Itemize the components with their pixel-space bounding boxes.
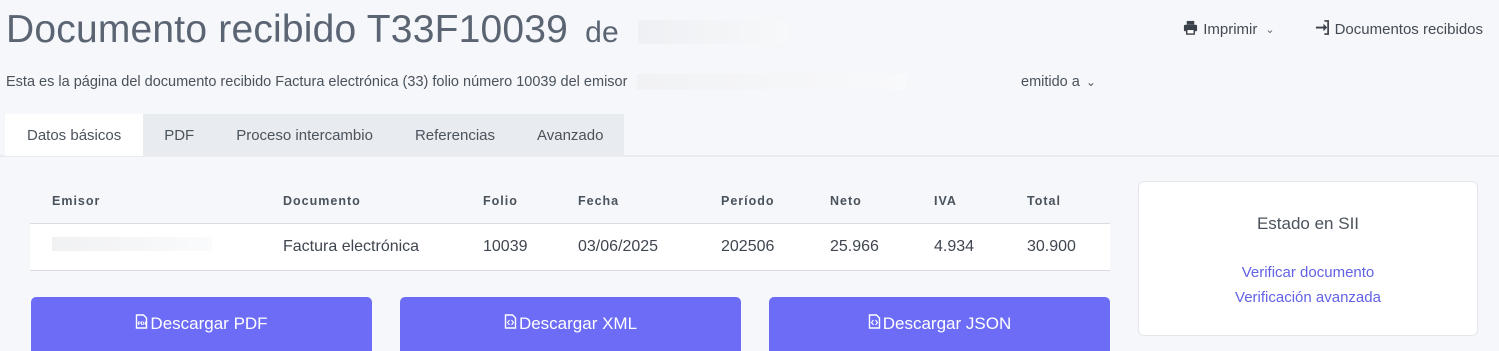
download-json-button[interactable]: Descargar JSON bbox=[769, 297, 1110, 351]
redacted-issuer bbox=[637, 74, 908, 91]
page-title: Documento recibido T33F10039 de bbox=[6, 8, 788, 52]
page-title-suffix: de bbox=[585, 16, 619, 49]
sign-in-icon bbox=[1315, 20, 1330, 39]
svg-text:PDF: PDF bbox=[138, 321, 148, 327]
printer-icon bbox=[1183, 20, 1198, 39]
file-code-icon bbox=[504, 314, 517, 334]
page-title-text: Documento recibido T33F10039 bbox=[6, 8, 569, 51]
tab-pdf[interactable]: PDF bbox=[143, 114, 215, 156]
chevron-down-icon: ⌄ bbox=[1265, 24, 1275, 36]
redacted-issuer-name bbox=[637, 19, 788, 44]
tab-avanzado[interactable]: Avanzado bbox=[516, 114, 624, 156]
header-fecha: Fecha bbox=[578, 180, 721, 224]
subtitle-text: Esta es la página del documento recibido… bbox=[6, 74, 628, 90]
print-label: Imprimir bbox=[1203, 21, 1258, 38]
download-pdf-label: Descargar PDF bbox=[150, 314, 268, 333]
header-iva: IVA bbox=[934, 180, 1027, 224]
received-documents-link[interactable]: Documentos recibidos bbox=[1315, 20, 1483, 39]
cell-emisor bbox=[30, 223, 283, 271]
tab-bar: Datos básicos PDF Proceso intercambio Re… bbox=[5, 114, 625, 156]
received-documents-label: Documentos recibidos bbox=[1334, 21, 1483, 38]
redacted-emisor bbox=[52, 237, 212, 251]
top-actions: Imprimir ⌄ Documentos recibidos bbox=[1183, 20, 1483, 39]
cell-fecha: 03/06/2025 bbox=[578, 223, 721, 271]
page-subtitle: Esta es la página del documento recibido… bbox=[6, 74, 1096, 91]
tab-referencias[interactable]: Referencias bbox=[394, 114, 516, 156]
print-menu[interactable]: Imprimir ⌄ bbox=[1183, 20, 1275, 39]
cell-folio: 10039 bbox=[483, 223, 578, 271]
verify-document-link[interactable]: Verificar documento bbox=[1139, 264, 1477, 281]
file-pdf-icon: PDF bbox=[135, 314, 148, 334]
table-row: Factura electrónica 10039 03/06/2025 202… bbox=[30, 223, 1110, 271]
header-total: Total bbox=[1027, 180, 1110, 224]
subtitle-tail-text: emitido a bbox=[1021, 74, 1080, 90]
sii-status-title: Estado en SII bbox=[1256, 214, 1360, 233]
header-emisor: Emisor bbox=[30, 180, 283, 224]
download-pdf-button[interactable]: PDF Descargar PDF bbox=[31, 297, 372, 351]
header-documento: Documento bbox=[283, 180, 483, 224]
header-folio: Folio bbox=[483, 180, 578, 224]
cell-documento: Factura electrónica bbox=[283, 223, 483, 271]
download-xml-label: Descargar XML bbox=[518, 314, 638, 333]
document-summary-table: Emisor Documento Folio Fecha Período Net… bbox=[30, 180, 1110, 271]
cell-iva: 4.934 bbox=[934, 223, 1027, 271]
header-periodo: Período bbox=[721, 180, 830, 224]
cell-neto: 25.966 bbox=[830, 223, 934, 271]
sii-status-card: Estado en SII Verificar documento Verifi… bbox=[1138, 181, 1478, 336]
table-header-row: Emisor Documento Folio Fecha Período Net… bbox=[30, 180, 1110, 224]
tab-proceso-intercambio[interactable]: Proceso intercambio bbox=[215, 114, 394, 156]
cell-periodo: 202506 bbox=[721, 223, 830, 271]
subtitle-tail[interactable]: emitido a ⌄ bbox=[1021, 74, 1096, 90]
download-xml-button[interactable]: Descargar XML bbox=[400, 297, 741, 351]
chevron-down-icon: ⌄ bbox=[1085, 75, 1096, 89]
header-neto: Neto bbox=[830, 180, 934, 224]
tab-datos-basicos[interactable]: Datos básicos bbox=[5, 114, 144, 156]
advanced-verification-link[interactable]: Verificación avanzada bbox=[1139, 289, 1477, 306]
cell-total: 30.900 bbox=[1027, 223, 1110, 271]
file-code-icon bbox=[868, 314, 881, 334]
download-json-label: Descargar JSON bbox=[882, 314, 1012, 333]
